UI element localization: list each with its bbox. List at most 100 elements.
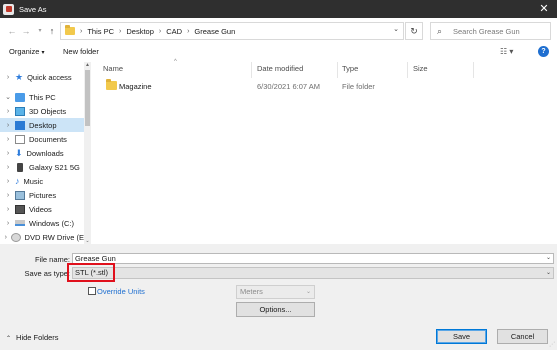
options-button[interactable]: Options... bbox=[236, 302, 315, 317]
command-bar: Organize ▾ New folder ☷ ▾ ? bbox=[0, 44, 557, 60]
breadcrumb-grease-gun[interactable]: Grease Gun bbox=[194, 27, 235, 36]
save-as-type-label: Save as type: bbox=[24, 269, 70, 278]
sidebar-item-downloads[interactable]: › ⬇ Downloads bbox=[0, 146, 84, 160]
organize-button[interactable]: Organize ▾ bbox=[9, 47, 44, 56]
override-units-checkbox[interactable] bbox=[88, 287, 96, 295]
chevron-down-icon[interactable]: ⌄ bbox=[393, 25, 399, 33]
hide-folders-label: Hide Folders bbox=[16, 333, 59, 342]
sidebar-item-label: This PC bbox=[29, 92, 56, 102]
save-options-panel: File name: Grease Gun ⌄ Save as type: ST… bbox=[0, 244, 557, 350]
scroll-up-arrow-icon[interactable]: ▲ bbox=[84, 62, 91, 68]
sidebar-item-3d-objects[interactable]: › 3D Objects bbox=[0, 104, 84, 118]
column-header-name[interactable]: Name bbox=[103, 64, 123, 73]
chevron-right-icon[interactable]: › bbox=[4, 192, 12, 199]
chevron-right-icon: › bbox=[187, 27, 190, 35]
chevron-right-icon[interactable]: › bbox=[4, 178, 12, 185]
chevron-right-icon: › bbox=[158, 27, 162, 35]
navigation-pane: › ★ Quick access ⌄ This PC › 3D Objects … bbox=[0, 62, 91, 244]
chevron-right-icon: › bbox=[80, 27, 83, 35]
sidebar-item-label: 3D Objects bbox=[29, 106, 67, 116]
chevron-right-icon[interactable]: › bbox=[4, 220, 12, 227]
sidebar-item-quick-access[interactable]: › ★ Quick access bbox=[0, 70, 84, 84]
sidebar-item-label: Videos bbox=[29, 204, 52, 214]
save-as-type-dropdown[interactable]: STL (*.stl) ⌄ bbox=[72, 267, 554, 279]
sidebar-item-windows-c[interactable]: › Windows (C:) bbox=[0, 216, 84, 230]
new-folder-button[interactable]: New folder bbox=[63, 47, 99, 56]
scrollbar-thumb[interactable] bbox=[85, 70, 90, 126]
chevron-right-icon[interactable]: › bbox=[4, 234, 8, 241]
back-arrow-icon[interactable]: ← bbox=[6, 24, 18, 38]
help-icon[interactable]: ? bbox=[538, 46, 549, 57]
app-icon bbox=[3, 3, 14, 15]
override-units-label[interactable]: Override Units bbox=[97, 287, 145, 296]
phone-icon bbox=[17, 162, 23, 172]
sidebar-item-music[interactable]: › ♪ Music bbox=[0, 174, 84, 188]
chevron-right-icon[interactable]: › bbox=[4, 164, 12, 171]
refresh-icon[interactable]: ↻ bbox=[405, 22, 423, 40]
sidebar-item-desktop[interactable]: › Desktop bbox=[0, 118, 84, 132]
forward-arrow-icon[interactable]: → bbox=[20, 24, 32, 38]
cancel-button[interactable]: Cancel bbox=[497, 329, 548, 344]
sidebar-item-label: Quick access bbox=[27, 72, 72, 82]
search-input[interactable]: ⌕ Search Grease Gun bbox=[430, 22, 551, 40]
desktop-icon bbox=[15, 120, 25, 130]
title-bar: Save As ✕ bbox=[0, 0, 557, 18]
chevron-down-icon[interactable]: ⌄ bbox=[4, 93, 12, 101]
organize-label: Organize bbox=[9, 47, 40, 56]
computer-icon bbox=[15, 92, 25, 102]
sidebar-item-galaxy-s21[interactable]: › Galaxy S21 5G bbox=[0, 160, 84, 174]
search-icon: ⌕ bbox=[437, 25, 443, 36]
date-modified-cell: 6/30/2021 6:07 AM bbox=[257, 82, 320, 91]
folder-icon bbox=[106, 79, 117, 90]
dvd-icon bbox=[10, 232, 21, 242]
save-button[interactable]: Save bbox=[436, 329, 487, 344]
units-value: Meters bbox=[240, 287, 263, 296]
units-dropdown[interactable]: Meters ⌄ bbox=[236, 285, 315, 299]
close-button[interactable]: ✕ bbox=[537, 2, 551, 16]
sidebar-item-dvd-drive[interactable]: › DVD RW Drive (E bbox=[0, 230, 84, 244]
sidebar-item-label: Documents bbox=[29, 134, 67, 144]
chevron-right-icon[interactable]: › bbox=[4, 206, 12, 213]
chevron-down-icon[interactable]: ⌄ bbox=[546, 268, 551, 278]
document-icon bbox=[15, 134, 25, 144]
sidebar-item-pictures[interactable]: › Pictures bbox=[0, 188, 84, 202]
hide-folders-button[interactable]: ⌃ Hide Folders bbox=[6, 333, 59, 342]
file-name-value: Grease Gun bbox=[75, 254, 116, 263]
chevron-right-icon[interactable]: › bbox=[4, 122, 12, 129]
breadcrumb-cad[interactable]: CAD bbox=[166, 27, 182, 36]
breadcrumb-desktop[interactable]: Desktop bbox=[126, 27, 154, 36]
breadcrumb-this-pc[interactable]: This PC bbox=[87, 27, 114, 36]
sidebar-item-label: Pictures bbox=[29, 190, 57, 200]
table-row[interactable]: Magazine 6/30/2021 6:07 AM File folder bbox=[97, 76, 557, 94]
chevron-right-icon[interactable]: › bbox=[4, 108, 12, 115]
pictures-icon bbox=[15, 190, 25, 200]
chevron-down-icon: ▾ bbox=[41, 50, 45, 56]
chevron-right-icon[interactable]: › bbox=[4, 136, 12, 143]
chevron-down-icon[interactable]: ⌄ bbox=[546, 254, 551, 263]
column-header-size[interactable]: Size bbox=[413, 64, 428, 73]
recent-locations-chevron-icon[interactable]: ▾ bbox=[34, 24, 46, 38]
chevron-up-icon: ⌃ bbox=[6, 336, 12, 342]
address-bar[interactable]: › This PC › Desktop › CAD › Grease Gun ⌄ bbox=[60, 22, 404, 40]
resize-grip-icon[interactable]: ⋰ bbox=[549, 341, 555, 348]
sidebar-item-label: Galaxy S21 5G bbox=[29, 162, 80, 172]
sidebar-item-label: Desktop bbox=[29, 120, 57, 130]
file-list: ^ Name Date modified Type Size Magazine … bbox=[97, 59, 557, 244]
column-header-type[interactable]: Type bbox=[342, 64, 358, 73]
sidebar-item-this-pc[interactable]: ⌄ This PC bbox=[0, 90, 84, 104]
up-arrow-icon[interactable]: ↑ bbox=[46, 24, 58, 38]
sidebar-item-videos[interactable]: › Videos bbox=[0, 202, 84, 216]
nav-scrollbar[interactable]: ▲ ⌄ bbox=[84, 62, 91, 244]
file-name-field[interactable]: Grease Gun ⌄ bbox=[72, 253, 554, 264]
sidebar-item-documents[interactable]: › Documents bbox=[0, 132, 84, 146]
sort-up-icon: ^ bbox=[174, 59, 177, 65]
chevron-right-icon[interactable]: › bbox=[4, 74, 12, 81]
cube-icon bbox=[15, 106, 25, 116]
highlight-annotation-box bbox=[67, 263, 115, 282]
view-options-icon[interactable]: ☷ ▾ bbox=[500, 47, 513, 56]
chevron-right-icon[interactable]: › bbox=[4, 150, 12, 157]
sidebar-item-label: Downloads bbox=[26, 148, 64, 158]
column-header-date-modified[interactable]: Date modified bbox=[257, 64, 303, 73]
window-title: Save As bbox=[19, 4, 47, 14]
drive-icon bbox=[15, 220, 25, 226]
